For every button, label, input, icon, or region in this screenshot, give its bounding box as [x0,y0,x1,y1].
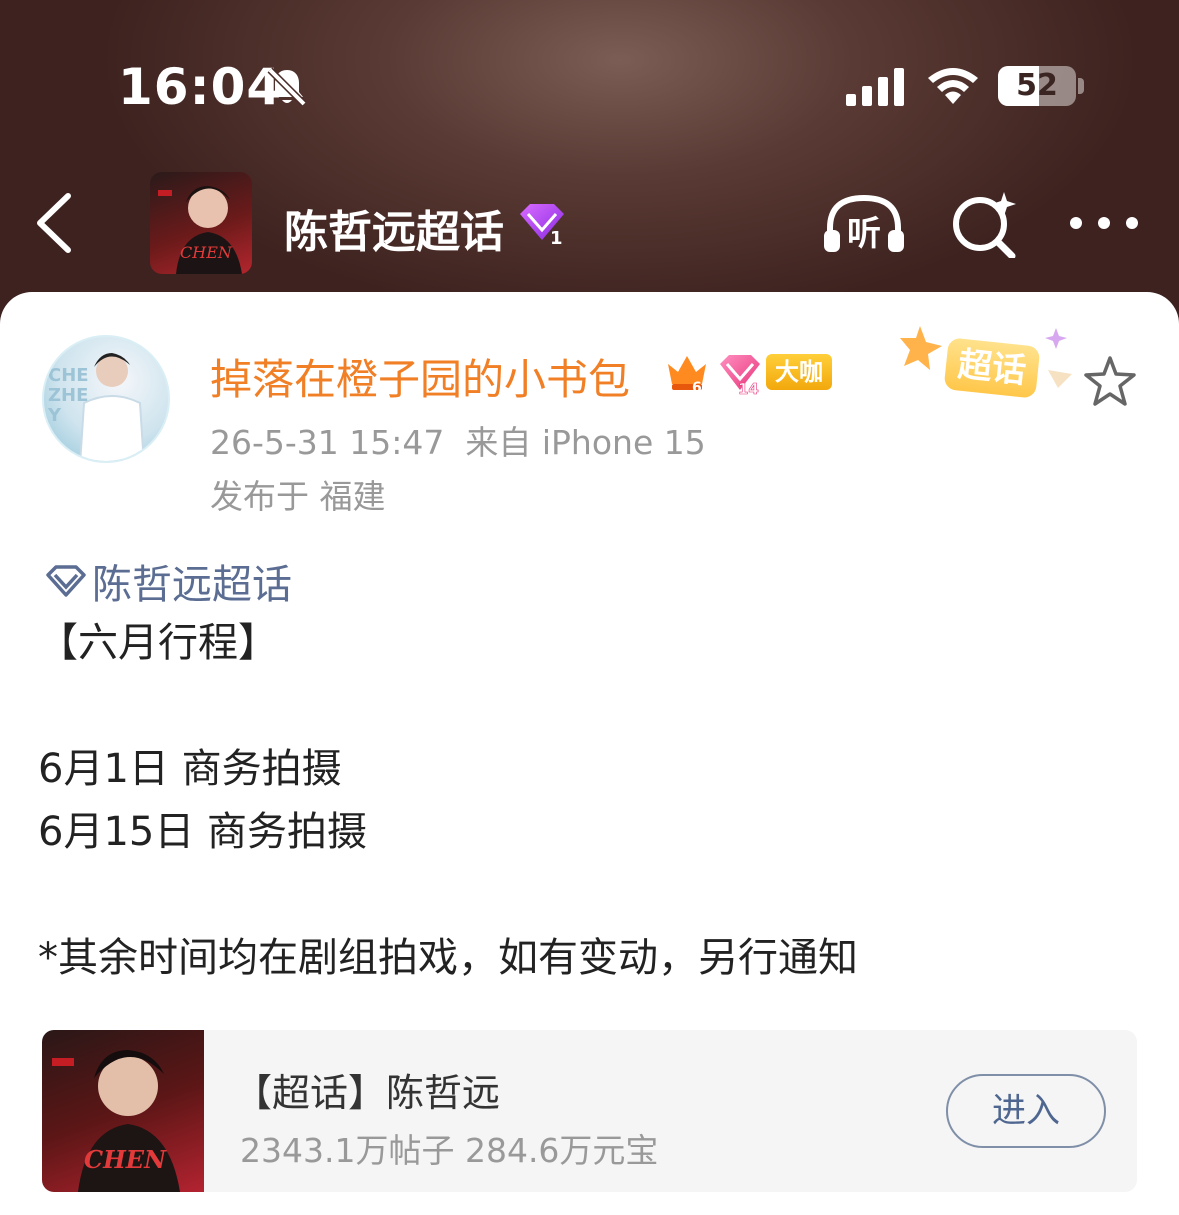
status-time: 16:04 [118,58,283,116]
topic-card[interactable]: CHEN 【超话】陈哲远 2343.1万帖子 284.6万元宝 进入 [42,1030,1137,1192]
post-body: 【六月行程】 6月1日 商务拍摄 6月15日 商务拍摄 *其余时间均在剧组拍戏，… [38,620,858,981]
battery-cap [1078,78,1084,94]
post-source: 来自 iPhone 15 [465,423,706,462]
battery-indicator: 52 [998,66,1076,106]
listen-button[interactable]: 听 [822,192,906,256]
svg-text:CHE: CHE [48,365,89,386]
chaohua-sticker-label: 超话 [943,337,1041,399]
header-title: 陈哲远超话 [284,207,504,258]
portrait-image: CHEN [158,186,242,274]
svg-text:CHEN: CHEN [84,1145,167,1174]
back-button[interactable] [30,190,80,256]
svg-text:ZHE: ZHE [48,385,88,406]
search-sparkle-icon[interactable] [950,190,1018,258]
topic-level-gem-icon: 1 [520,204,564,246]
cellular-signal-icon [846,68,904,106]
author-avatar[interactable]: CHE ZHE Y [42,335,170,463]
post-meta: 26-5-31 15:47 来自 iPhone 15 [210,416,706,464]
svg-text:CHEN: CHEN [180,243,233,262]
topic-card-name: 【超话】陈哲远 [234,1071,501,1115]
topic-link-label: 陈哲远超话 [92,562,292,608]
role-badge: 大咖 [766,354,832,390]
post-location: 发布于 福建 [210,477,386,516]
post-timestamp: 26-5-31 15:47 [210,423,445,462]
topic-link[interactable]: 陈哲远超话 [44,552,292,610]
star-favorite-icon[interactable] [1082,354,1138,408]
wifi-icon [928,68,978,104]
more-icon[interactable] [1068,206,1140,240]
author-name[interactable]: 掉落在橙子园的小书包 [210,346,630,407]
battery-percent: 52 [1016,68,1058,103]
crown-level-number: 6 [692,380,702,394]
top-bar [0,0,1179,330]
topic-level-number: 1 [550,228,563,246]
topic-card-cover: CHEN [42,1030,204,1192]
avatar-image: CHE ZHE Y [47,353,145,461]
crown-level-icon: 6 [668,356,706,394]
topic-card-stats: 2343.1万帖子 284.6万元宝 [240,1131,659,1170]
listen-label: 听 [847,214,881,254]
fan-level-gem-icon: 14 [720,355,760,396]
fan-level-number: 14 [738,380,759,396]
topic-thumbnail[interactable]: CHEN [150,172,252,274]
diamond-topic-icon [46,565,86,597]
enter-button[interactable]: 进入 [946,1074,1106,1148]
svg-text:Y: Y [47,405,62,426]
chaohua-sticker: 超话 [898,322,1080,410]
bell-muted-icon [267,67,307,107]
topic-cover-image: CHEN [52,1050,180,1192]
